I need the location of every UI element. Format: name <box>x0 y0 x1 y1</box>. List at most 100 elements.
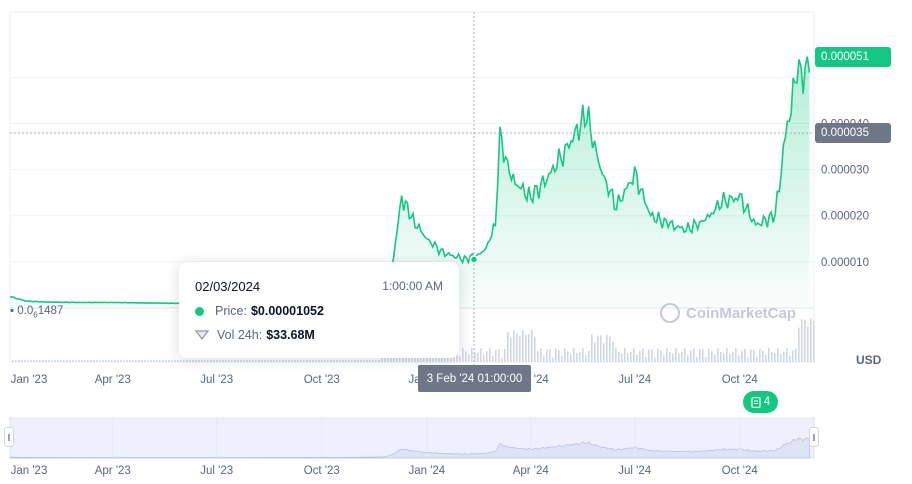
volume-bar <box>801 319 803 362</box>
volume-bar <box>360 360 362 362</box>
volume-bar <box>558 350 560 362</box>
volume-bar <box>36 360 38 362</box>
x-tick-label: Oct '24 <box>722 374 759 386</box>
volume-bar <box>459 356 461 362</box>
volume-bar <box>57 360 59 362</box>
volume-bar <box>654 357 656 362</box>
volume-bar <box>195 360 197 362</box>
price-chart[interactable]: 0.0000100.0000200.0000300.000040 Jan '23… <box>0 0 912 484</box>
volume-bar <box>129 360 131 362</box>
crosshair-date-tag: 3 Feb '24 01:00:00 <box>418 365 531 392</box>
news-badge[interactable]: 4 <box>743 391 778 413</box>
volume-bar <box>489 348 491 362</box>
volume-bar <box>99 360 101 362</box>
news-count: 4 <box>763 396 771 408</box>
volume-bar <box>540 348 542 362</box>
volume-bar <box>333 360 335 362</box>
navigator-label: Jul '24 <box>618 465 651 477</box>
volume-bar <box>615 348 617 362</box>
volume-bar <box>687 355 689 362</box>
volume-bar <box>120 360 122 362</box>
volume-bar <box>507 332 509 362</box>
navigator-right-handle[interactable] <box>809 427 819 447</box>
volume-bar <box>246 360 248 362</box>
volume-bar <box>123 360 125 362</box>
volume-bar <box>33 360 35 362</box>
volume-bar <box>516 333 518 362</box>
volume-bar <box>807 326 809 362</box>
currency-label: USD <box>856 353 882 367</box>
volume-bar <box>321 360 323 362</box>
volume-bar <box>735 348 737 362</box>
tooltip-time: 1:00:00 AM <box>382 279 443 293</box>
x-tick-label: Apr '23 <box>95 374 131 386</box>
volume-bar <box>18 360 20 362</box>
volume-bar <box>258 360 260 362</box>
volume-bar <box>222 360 224 362</box>
volume-bar <box>504 348 506 362</box>
price-tooltip: 02/03/2024 1:00:00 AM Price: $0.00001052… <box>179 262 459 358</box>
navigator-left-handle[interactable] <box>4 427 14 447</box>
volume-bar <box>63 360 65 362</box>
volume-bar <box>42 360 44 362</box>
volume-bar <box>192 360 194 362</box>
volume-bar <box>255 360 257 362</box>
price-dot-icon <box>195 306 204 316</box>
volume-bar <box>186 360 188 362</box>
volume-bar <box>528 334 530 362</box>
volume-bar <box>495 349 497 362</box>
volume-bar <box>114 360 116 362</box>
volume-bar <box>519 336 521 362</box>
volume-bar <box>621 353 623 362</box>
volume-bar <box>669 351 671 362</box>
x-tick-label: Jul '24 <box>618 374 651 386</box>
crosshair-point <box>469 255 479 264</box>
volume-bar <box>765 354 767 362</box>
volume-bar <box>744 348 746 362</box>
volume-bar <box>216 360 218 362</box>
volume-bar <box>486 351 488 362</box>
y-tick-label: 0.000030 <box>821 165 869 177</box>
volume-bar <box>513 330 515 362</box>
volume-bar <box>279 360 281 362</box>
volume-bar <box>501 357 503 362</box>
volume-bar <box>273 360 275 362</box>
volume-bar <box>249 360 251 362</box>
volume-bar <box>147 360 149 362</box>
volume-bar <box>66 360 68 362</box>
current-price-tag: 0.000051 <box>815 47 891 67</box>
volume-bar <box>663 355 665 362</box>
volume-bar <box>543 356 545 362</box>
volume-bar <box>705 357 707 362</box>
volume-bar <box>564 348 566 362</box>
volume-bar <box>264 360 266 362</box>
volume-bar <box>747 357 749 362</box>
volume-bar <box>618 351 620 362</box>
volume-bar <box>201 360 203 362</box>
volume-bar <box>567 351 569 362</box>
volume-bar <box>162 360 164 362</box>
volume-bar <box>21 360 23 362</box>
volume-bar <box>729 353 731 362</box>
range-navigator <box>9 417 815 459</box>
volume-bar <box>276 360 278 362</box>
volume-bar <box>210 360 212 362</box>
y-tick-label: 0.000010 <box>821 257 869 269</box>
volume-bar <box>183 360 185 362</box>
volume-bar <box>141 360 143 362</box>
volume-bar <box>309 360 311 362</box>
volume-bar <box>471 348 473 362</box>
navigator-label: Jul '23 <box>200 465 233 477</box>
volume-bar <box>15 360 17 362</box>
volume-bar <box>552 357 554 362</box>
volume-bar <box>150 360 152 362</box>
volume-bar <box>198 360 200 362</box>
volume-bar <box>240 360 242 362</box>
volume-bar <box>690 350 692 362</box>
volume-bar <box>213 360 215 362</box>
volume-bar <box>87 360 89 362</box>
volume-bar <box>327 360 329 362</box>
volume-bar <box>363 360 365 362</box>
volume-bar <box>609 336 611 362</box>
volume-bar <box>348 360 350 362</box>
